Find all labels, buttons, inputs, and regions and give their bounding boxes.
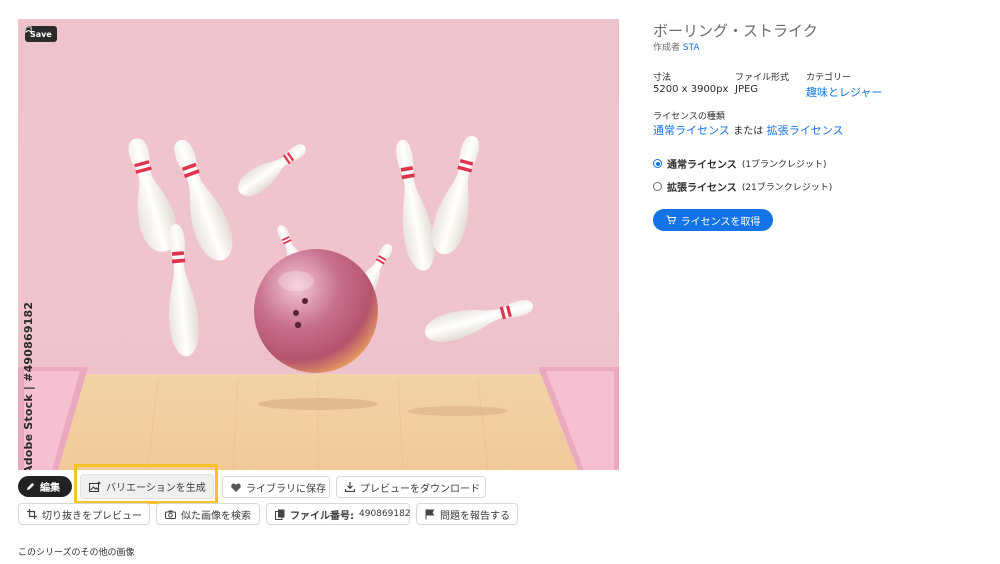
get-license-label: ライセンスを取得 xyxy=(680,216,761,228)
stock-image[interactable]: Save Adobe Stock | #490869182 xyxy=(18,19,619,470)
format-value: JPEG xyxy=(735,84,759,95)
crop-icon xyxy=(27,509,37,519)
generate-variation-label: バリエーションを生成 xyxy=(106,483,206,494)
standard-license-name: 通常ライセンス xyxy=(667,160,737,171)
crop-preview-label: 切り抜きをプレビュー xyxy=(42,510,142,522)
license-type-heading: ライセンスの種類 xyxy=(653,112,725,122)
download-preview-label: プレビューをダウンロード xyxy=(360,483,480,495)
standard-license-radio[interactable] xyxy=(653,159,662,168)
save-to-library-label: ライブラリに保存 xyxy=(246,483,326,495)
copy-icon xyxy=(275,509,285,520)
category-link[interactable]: 趣味とレジャー xyxy=(806,84,882,100)
extended-license-credit: (21ブランクレジット) xyxy=(741,183,833,193)
crop-preview-button[interactable]: 切り抜きをプレビュー xyxy=(18,503,150,525)
standard-license-link[interactable]: 通常ライセンス xyxy=(653,124,730,137)
extended-license-link[interactable]: 拡張ライセンス xyxy=(767,124,844,137)
save-button[interactable]: Save xyxy=(25,26,57,42)
report-issue-label: 問題を報告する xyxy=(440,510,510,522)
standard-license-credit: (1ブランクレジット) xyxy=(741,160,827,170)
flag-icon xyxy=(425,509,435,519)
edit-label: 編集 xyxy=(40,483,60,494)
find-similar-label: 似た画像を検索 xyxy=(181,510,251,522)
asset-title: ボーリング・ストライク xyxy=(653,22,818,40)
image-sparkle-icon xyxy=(89,481,101,492)
find-similar-button[interactable]: 似た画像を検索 xyxy=(156,503,260,525)
download-icon xyxy=(345,482,355,492)
extended-license-name: 拡張ライセンス xyxy=(667,183,737,194)
format-label: ファイル形式 xyxy=(735,73,790,83)
get-license-button[interactable]: ライセンスを取得 xyxy=(653,209,773,231)
heart-icon xyxy=(231,483,241,492)
size-label: 寸法 xyxy=(653,73,672,83)
save-icon xyxy=(25,26,32,33)
standard-license-option[interactable]: 通常ライセンス (1ブランクレジット) xyxy=(653,156,827,171)
extended-license-radio[interactable] xyxy=(653,182,662,191)
size-value: 5200 x 3900px xyxy=(653,84,729,95)
license-or-text: または xyxy=(733,126,764,137)
report-issue-button[interactable]: 問題を報告する xyxy=(416,503,518,525)
bowling-scene-graphic xyxy=(18,132,619,470)
license-links: 通常ライセンス または 拡張ライセンス xyxy=(653,122,844,138)
edit-button[interactable]: 編集 xyxy=(18,476,72,497)
file-number-value: 490869182 xyxy=(359,509,411,519)
extended-license-option[interactable]: 拡張ライセンス (21ブランクレジット) xyxy=(653,179,832,194)
author-line: 作成者 STA xyxy=(653,40,700,53)
stock-watermark-label: Adobe Stock | #490869182 xyxy=(22,301,35,470)
pencil-icon xyxy=(26,482,35,491)
category-label: カテゴリー xyxy=(806,73,852,83)
download-preview-button[interactable]: プレビューをダウンロード xyxy=(336,476,486,498)
generate-variation-button[interactable]: バリエーションを生成 xyxy=(80,474,214,499)
file-number-button[interactable]: ファイル番号: 490869182 xyxy=(266,503,411,525)
file-number-label: ファイル番号: xyxy=(290,510,354,522)
author-prefix: 作成者 xyxy=(653,43,681,53)
save-to-library-button[interactable]: ライブラリに保存 xyxy=(222,476,330,498)
author-link[interactable]: STA xyxy=(683,43,700,53)
cart-icon xyxy=(666,215,676,225)
series-section-heading: このシリーズのその他の画像 xyxy=(18,548,135,558)
camera-icon xyxy=(165,510,176,519)
save-label: Save xyxy=(30,29,52,39)
